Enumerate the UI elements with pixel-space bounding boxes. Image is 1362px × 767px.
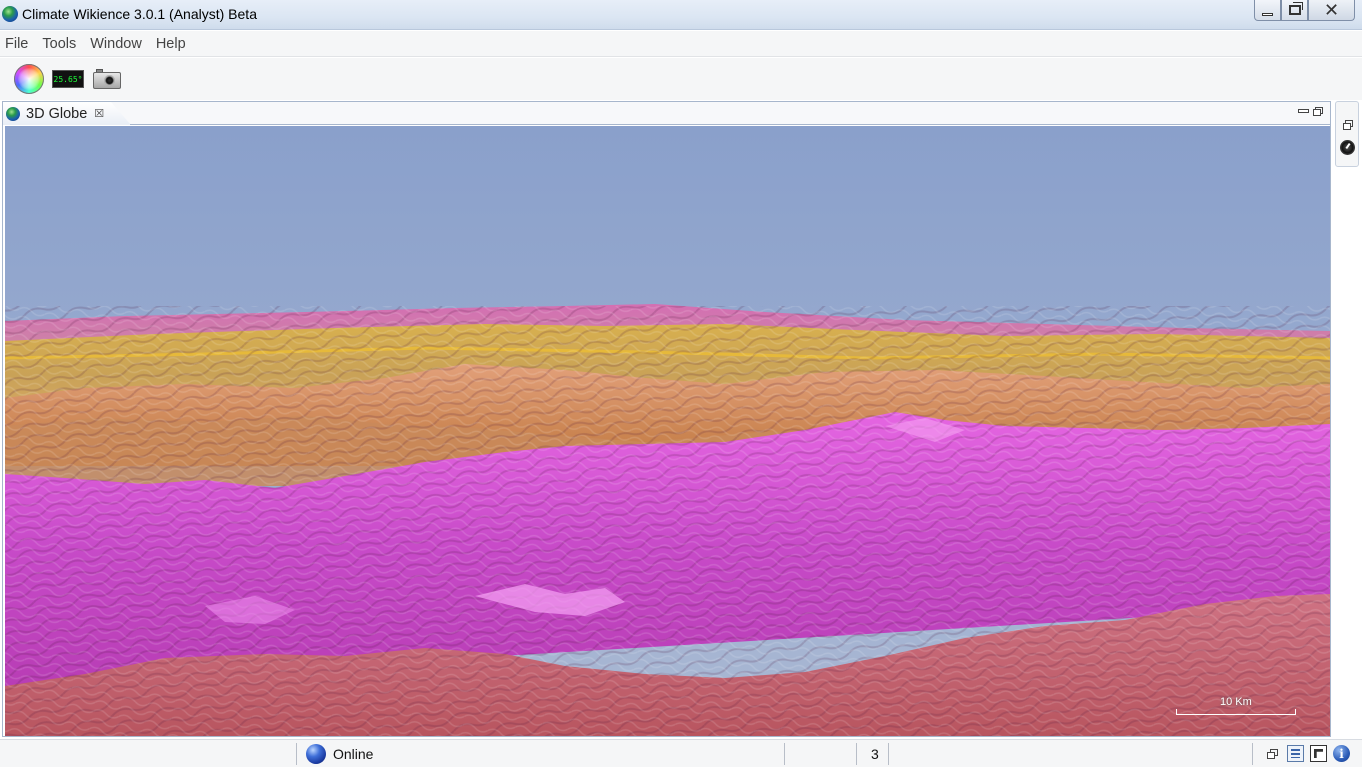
temperature-display: 25.65° (52, 70, 84, 88)
tab-close-icon[interactable]: ☒ (94, 107, 104, 120)
tab-3d-globe[interactable]: 3D Globe ☒ (3, 102, 131, 125)
compass-icon[interactable] (1340, 140, 1355, 155)
status-separator (888, 743, 889, 765)
status-separator (784, 743, 785, 765)
console-icon[interactable] (1310, 745, 1327, 762)
menu-window[interactable]: Window (89, 36, 143, 52)
trim-restore-icon[interactable] (1343, 120, 1353, 130)
status-restore-icon[interactable] (1264, 745, 1281, 762)
globe-view-panel: 3D Globe ☒ 10 Km (2, 101, 1331, 737)
minimize-button[interactable] (1254, 0, 1281, 21)
view-maximize-icon[interactable] (1313, 106, 1323, 116)
menu-file[interactable]: File (4, 36, 29, 52)
menu-help[interactable]: Help (155, 36, 187, 52)
minimize-icon (1262, 12, 1273, 16)
screenshot-button[interactable] (91, 64, 123, 94)
right-trim-stack (1335, 101, 1359, 167)
color-legend-button[interactable] (13, 64, 45, 94)
toolbar: 25.65° (0, 58, 1362, 100)
status-separator (1252, 743, 1253, 765)
scale-bar: 10 Km (1176, 696, 1296, 715)
scale-bar-line (1176, 709, 1296, 715)
restore-button[interactable] (1281, 0, 1308, 21)
color-wheel-icon (14, 64, 44, 94)
title-bar: Climate Wikience 3.0.1 (Analyst) Beta ✕ (0, 0, 1362, 30)
window-controls: ✕ (1254, 0, 1355, 22)
tab-label: 3D Globe (26, 105, 88, 122)
window-title: Climate Wikience 3.0.1 (Analyst) Beta (22, 6, 257, 22)
status-icons: i (1264, 745, 1350, 762)
globe-icon (6, 106, 20, 121)
close-icon: ✕ (1323, 0, 1340, 20)
scale-bar-label: 10 Km (1220, 696, 1252, 708)
app-globe-icon (2, 6, 18, 22)
terrain-render (5, 126, 1330, 736)
layer-tree-icon[interactable] (1287, 745, 1304, 762)
restore-icon (1288, 2, 1303, 15)
status-separator (296, 743, 297, 765)
status-bar: Online 3 i (0, 739, 1362, 767)
globe-canvas[interactable]: 10 Km (5, 126, 1330, 736)
connection-status: Online (333, 746, 374, 762)
camera-icon (93, 68, 121, 90)
menu-tools[interactable]: Tools (41, 36, 77, 52)
view-tab-strip: 3D Globe ☒ (3, 102, 1330, 125)
status-separator (856, 743, 857, 765)
view-minimize-icon[interactable] (1298, 106, 1309, 116)
menu-bar: File Tools Window Help (0, 31, 1362, 57)
temperature-button[interactable]: 25.65° (51, 64, 85, 94)
close-button[interactable]: ✕ (1308, 0, 1355, 21)
online-globe-icon (306, 744, 326, 764)
info-icon[interactable]: i (1333, 745, 1350, 762)
status-count: 3 (871, 746, 879, 762)
